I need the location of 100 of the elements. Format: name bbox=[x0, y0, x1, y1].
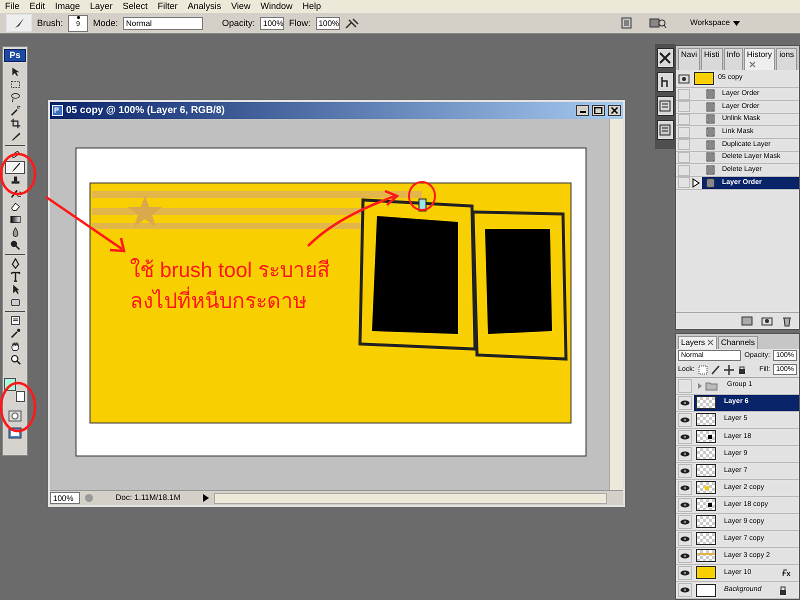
dock-panel-button[interactable] bbox=[656, 96, 674, 116]
eye-icon[interactable] bbox=[680, 502, 690, 508]
close-icon[interactable] bbox=[748, 60, 756, 68]
layer-thumbnail bbox=[696, 464, 716, 478]
history-source-checkbox[interactable] bbox=[678, 126, 690, 138]
eye-icon[interactable] bbox=[680, 536, 690, 542]
brush-label: Brush: bbox=[37, 18, 64, 28]
t-letter-icon bbox=[10, 270, 20, 282]
history-source-checkbox[interactable] bbox=[678, 101, 690, 112]
eye-icon[interactable] bbox=[680, 416, 690, 423]
opacity-field[interactable]: 100% bbox=[260, 16, 284, 30]
eye-icon[interactable] bbox=[680, 434, 690, 440]
document-icon bbox=[706, 127, 716, 138]
document-icon bbox=[706, 178, 716, 188]
menu-item[interactable]: Analysis bbox=[182, 1, 226, 12]
close-button[interactable] bbox=[608, 105, 621, 116]
dashed-rectangle-icon bbox=[10, 78, 20, 90]
layer-thumbnail bbox=[696, 498, 716, 512]
eye-icon[interactable] bbox=[680, 587, 690, 593]
panel-tab[interactable]: ions bbox=[776, 48, 797, 70]
menu-item[interactable]: Edit bbox=[24, 1, 50, 12]
eyedropper-icon bbox=[10, 328, 20, 339]
new-document-icon[interactable] bbox=[741, 315, 753, 327]
menu-item[interactable]: Select bbox=[118, 1, 153, 12]
layer-thumbnail bbox=[696, 584, 716, 596]
mode-dropdown[interactable]: Normal bbox=[123, 16, 204, 30]
document-size-text: Doc: 1.11M/18.1M bbox=[114, 493, 182, 503]
eye-icon[interactable] bbox=[680, 468, 690, 474]
eye-icon[interactable] bbox=[680, 570, 690, 576]
eye-icon[interactable] bbox=[680, 450, 690, 457]
camera-icon[interactable] bbox=[761, 315, 773, 327]
panel-tab[interactable]: Navi bbox=[678, 48, 700, 70]
triangle-icon[interactable] bbox=[202, 493, 210, 503]
lock-icon[interactable] bbox=[736, 364, 747, 375]
menu-item[interactable]: View bbox=[226, 1, 256, 12]
trash-icon[interactable] bbox=[781, 315, 793, 327]
snapshot-thumbnail bbox=[694, 72, 714, 86]
dock-panel-button[interactable] bbox=[656, 120, 674, 140]
arrow-icon bbox=[10, 66, 20, 77]
pen-icon bbox=[10, 258, 20, 269]
eraser-icon bbox=[10, 200, 20, 212]
menu-item[interactable]: Help bbox=[297, 1, 326, 12]
workspace-menu[interactable]: Workspace bbox=[690, 18, 740, 28]
maximize-button[interactable] bbox=[592, 105, 605, 116]
menu-item[interactable]: Filter bbox=[152, 1, 183, 12]
history-source-checkbox[interactable] bbox=[678, 177, 690, 188]
minimize-button[interactable] bbox=[576, 105, 589, 116]
menu-item[interactable]: File bbox=[0, 1, 25, 12]
panel-tab[interactable]: Info bbox=[724, 48, 743, 70]
panel-tab[interactable]: Layers bbox=[678, 336, 718, 349]
effects-icon[interactable] bbox=[781, 568, 791, 577]
airbrush-icon[interactable] bbox=[344, 17, 359, 29]
tool-button[interactable] bbox=[5, 160, 25, 174]
eye-icon[interactable] bbox=[680, 518, 690, 525]
vertical-scrollbar[interactable] bbox=[609, 119, 623, 490]
lock-move-icon[interactable] bbox=[724, 364, 734, 375]
lock-brush-icon[interactable] bbox=[710, 364, 721, 375]
palette-icon[interactable] bbox=[621, 17, 632, 29]
eye-icon[interactable] bbox=[680, 484, 690, 491]
minimize-icon bbox=[580, 111, 586, 113]
rounded-rectangle-icon bbox=[10, 296, 20, 308]
highlight-circle bbox=[408, 181, 436, 211]
history-source-checkbox[interactable] bbox=[678, 114, 690, 125]
flow-label: Flow: bbox=[289, 18, 311, 28]
history-source-checkbox[interactable] bbox=[678, 152, 690, 163]
eye-icon[interactable] bbox=[680, 552, 690, 559]
maximize-icon bbox=[594, 106, 603, 114]
layer-thumbnail bbox=[696, 396, 716, 410]
brush-icon bbox=[10, 162, 20, 173]
knife-icon bbox=[10, 130, 20, 142]
menu-item[interactable]: Image bbox=[50, 1, 86, 12]
document-icon bbox=[706, 152, 716, 162]
flow-field[interactable]: 100% bbox=[316, 16, 340, 30]
note-icon bbox=[10, 314, 20, 326]
zoom-field[interactable]: 100% bbox=[50, 492, 80, 504]
dock-panel-button[interactable] bbox=[656, 72, 674, 92]
layer-thumbnail bbox=[696, 447, 716, 460]
panel-tab[interactable]: Channels bbox=[718, 336, 758, 349]
horizontal-scrollbar[interactable] bbox=[214, 492, 607, 504]
panel-tab[interactable]: Histi bbox=[701, 48, 723, 70]
menu-item[interactable]: Layer bbox=[85, 1, 118, 12]
eye-icon[interactable] bbox=[680, 400, 690, 406]
history-source-checkbox[interactable] bbox=[678, 88, 690, 100]
panel-tab[interactable]: History bbox=[744, 48, 776, 70]
dock-panel-button[interactable] bbox=[656, 48, 674, 68]
visibility-toggle[interactable] bbox=[678, 378, 692, 393]
background-color-swatch[interactable] bbox=[16, 390, 25, 402]
camera-icon[interactable] bbox=[678, 72, 690, 85]
lock-transparency-icon[interactable] bbox=[698, 364, 708, 375]
app-icon bbox=[52, 105, 63, 116]
close-icon[interactable] bbox=[707, 339, 714, 346]
document-icon bbox=[706, 114, 716, 124]
panel-icon bbox=[658, 123, 672, 137]
menu-item[interactable]: Window bbox=[255, 1, 298, 12]
lollipop-icon bbox=[10, 240, 20, 251]
bridge-icon[interactable] bbox=[649, 17, 668, 29]
history-source-checkbox[interactable] bbox=[678, 164, 690, 176]
history-source-checkbox[interactable] bbox=[678, 139, 690, 150]
layer-thumbnail bbox=[696, 430, 716, 444]
layer-thumbnail bbox=[696, 481, 716, 494]
